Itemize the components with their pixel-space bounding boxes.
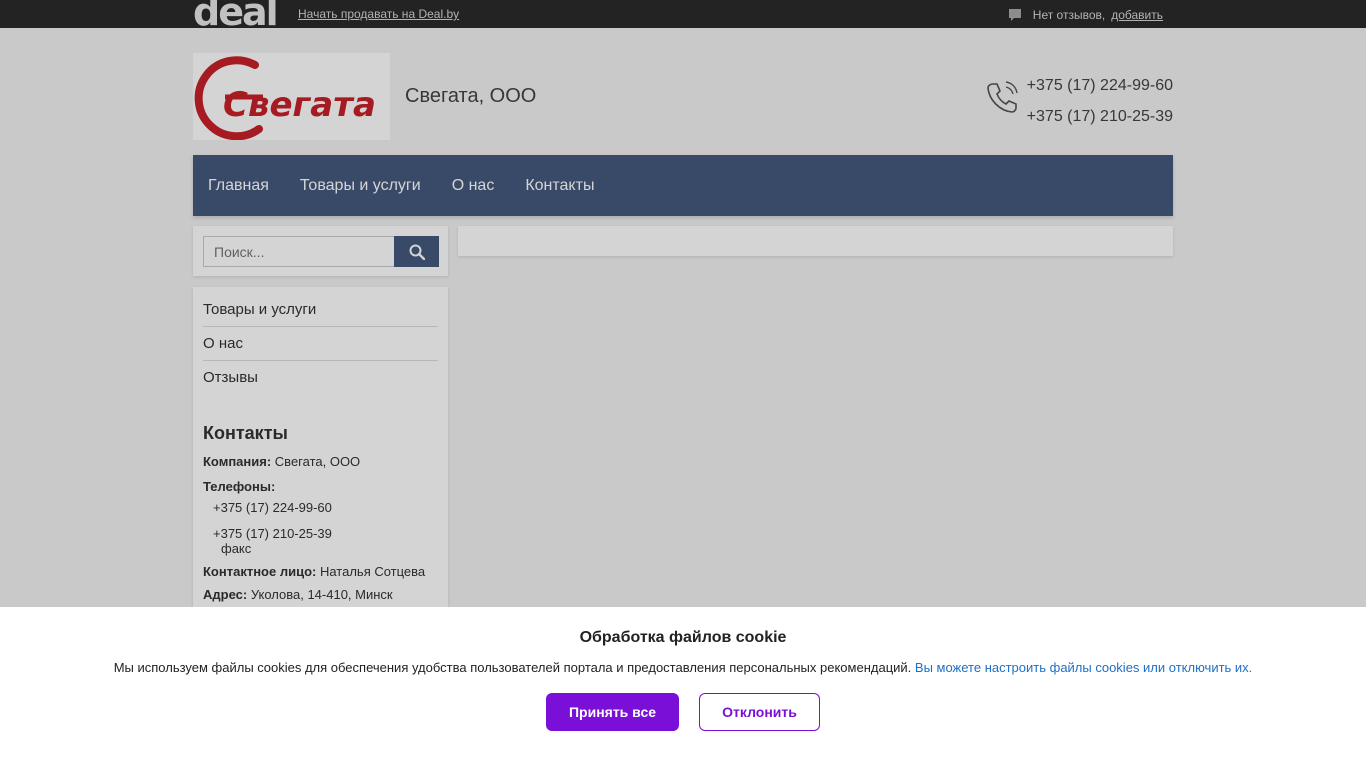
decline-button[interactable]: Отклонить bbox=[699, 693, 820, 731]
accept-all-button[interactable]: Принять все bbox=[546, 693, 679, 731]
cookie-buttons: Принять все Отклонить bbox=[0, 693, 1366, 731]
cookie-title: Обработка файлов cookie bbox=[579, 629, 787, 646]
cookie-text: Мы используем файлы cookies для обеспече… bbox=[0, 660, 1366, 675]
cookie-banner: Обработка файлов cookie Мы используем фа… bbox=[0, 607, 1366, 768]
cookie-description: Мы используем файлы cookies для обеспече… bbox=[113, 660, 912, 675]
cookie-settings-link[interactable]: Вы можете настроить файлы cookies или от… bbox=[915, 660, 1252, 675]
